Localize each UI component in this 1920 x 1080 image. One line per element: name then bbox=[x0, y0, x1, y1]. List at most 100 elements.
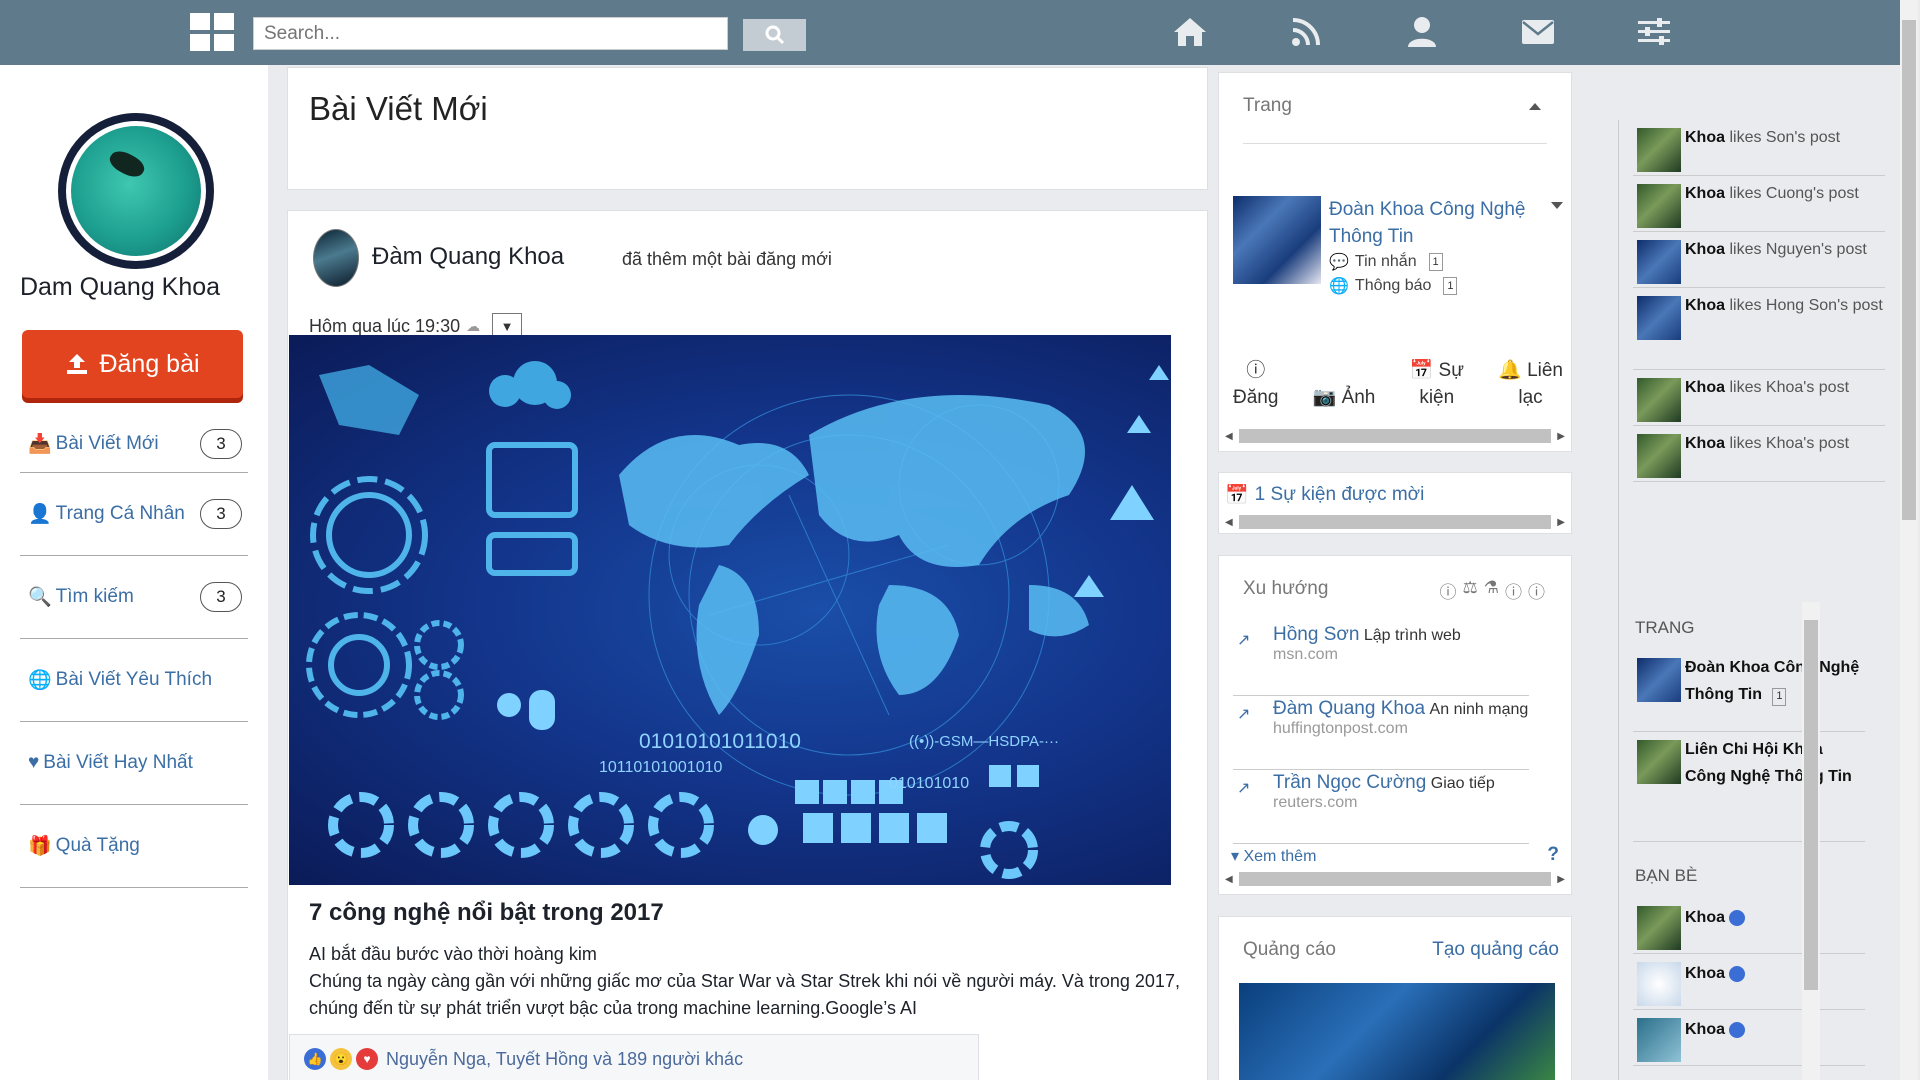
trending-category-icons: ⓘ ⚖ ⚗ ⓘ ⓘ bbox=[1440, 578, 1546, 603]
info-icon[interactable]: ⓘ bbox=[1505, 578, 1522, 603]
ticker-item[interactable]: Khoa likes Khoa's post bbox=[1633, 370, 1885, 426]
page-thumbnail[interactable] bbox=[1233, 196, 1321, 284]
ticker-item[interactable]: Khoa likes Son's post bbox=[1633, 120, 1885, 176]
upload-icon bbox=[67, 354, 88, 374]
create-ad-link[interactable]: Tạo quảng cáo bbox=[1432, 939, 1559, 961]
horizontal-scrollbar[interactable]: ◀ ▶ bbox=[1225, 513, 1565, 531]
avatar bbox=[1637, 434, 1681, 478]
vertical-scrollbar[interactable] bbox=[1802, 602, 1820, 1080]
avatar bbox=[1637, 1018, 1681, 1062]
pages-section-title: TRANG bbox=[1635, 618, 1695, 637]
post-author-name[interactable]: Đàm Quang Khoa bbox=[372, 243, 564, 271]
ticker-item[interactable]: Khoa likes Cuong's post bbox=[1633, 176, 1885, 232]
page-name[interactable]: Đoàn Khoa Công Nghệ Thông Tin bbox=[1329, 196, 1539, 250]
ticker-text: likes Son's post bbox=[1729, 129, 1841, 146]
avatar bbox=[1637, 296, 1681, 340]
trend-name[interactable]: Trần Ngọc Cường bbox=[1273, 772, 1426, 793]
mail-icon[interactable] bbox=[1518, 12, 1558, 52]
ticker-item[interactable]: Khoa likes Hong Son's post bbox=[1633, 288, 1885, 370]
action-label-2: lạc bbox=[1518, 387, 1543, 408]
profile-name[interactable]: Dam Quang Khoa bbox=[0, 273, 240, 302]
friend-item[interactable]: Khoa bbox=[1633, 954, 1865, 1010]
create-post-button[interactable]: Đăng bài bbox=[22, 330, 243, 398]
post-title[interactable]: 7 công nghệ nổi bật trong 2017 bbox=[309, 899, 664, 927]
page-notifications[interactable]: 🌐 Thông báo 1 bbox=[1329, 276, 1458, 296]
post-time-text[interactable]: Hôm qua lúc 19:30 bbox=[309, 316, 460, 337]
ticker-item[interactable]: Khoa likes Nguyen's post bbox=[1633, 232, 1885, 288]
gift-icon: 🎁 bbox=[28, 836, 52, 857]
heart-icon: ♥ bbox=[28, 752, 40, 773]
page-action-contact[interactable]: 🔔 Liên lạc bbox=[1498, 357, 1563, 411]
horizontal-scrollbar[interactable]: ◀ ▶ bbox=[1225, 427, 1565, 445]
search-button[interactable] bbox=[743, 19, 806, 51]
sidebar-item-best-posts[interactable]: ♥ Bài Viết Hay Nhất bbox=[20, 722, 248, 805]
page-title: Bài Viết Mới bbox=[309, 90, 488, 127]
trend-source: huffingtonpost.com bbox=[1273, 720, 1408, 737]
feed-header: Bài Viết Mới bbox=[287, 67, 1208, 190]
page-count: 1 bbox=[1772, 687, 1787, 706]
cloud-privacy-icon[interactable]: ☁ bbox=[466, 318, 480, 335]
sidebar-page-item[interactable]: Liên Chi Hội Khoa Công Nghệ Thông Tin bbox=[1633, 732, 1865, 842]
ticker-text: likes Nguyen's post bbox=[1729, 241, 1867, 258]
page-action-event[interactable]: 📅 Sự kiện bbox=[1410, 357, 1464, 411]
invited-events-link[interactable]: 📅 1 Sự kiện được mời bbox=[1225, 483, 1424, 507]
page-messages[interactable]: 💬 Tin nhắn 1 bbox=[1329, 252, 1443, 272]
profile-avatar[interactable] bbox=[58, 113, 214, 269]
sidebar-item-gifts[interactable]: 🎁 Quà Tặng bbox=[20, 805, 248, 888]
info-icon[interactable]: ⓘ bbox=[1440, 578, 1457, 603]
friend-item[interactable]: Khoa bbox=[1633, 898, 1865, 954]
friend-name: Khoa bbox=[1685, 1021, 1725, 1038]
grid-logo-icon[interactable] bbox=[190, 13, 234, 51]
action-label-1: Liên bbox=[1527, 360, 1563, 381]
trending-item[interactable]: ↗ Hồng Sơn Lập trình web msn.com bbox=[1233, 624, 1529, 696]
sidebar-item-search[interactable]: 🔍 Tìm kiếm 3 bbox=[20, 556, 248, 639]
page-vertical-scrollbar[interactable] bbox=[1900, 0, 1918, 1080]
avatar bbox=[1637, 658, 1681, 702]
info-icon[interactable]: ⓘ bbox=[1528, 578, 1545, 603]
horizontal-scrollbar[interactable]: ◀ ▶ bbox=[1225, 870, 1565, 888]
friend-item[interactable]: Khoa bbox=[1633, 1010, 1865, 1066]
ticker-text: likes Khoa's post bbox=[1729, 379, 1850, 396]
help-icon[interactable]: ? bbox=[1547, 844, 1559, 866]
post-card: Đàm Quang Khoa đã thêm một bài đăng mới … bbox=[287, 210, 1208, 1080]
trend-name[interactable]: Hồng Sơn bbox=[1273, 624, 1359, 645]
trend-arrow-icon: ↗ bbox=[1237, 706, 1251, 723]
search-input[interactable] bbox=[253, 17, 728, 50]
activity-ticker: Khoa likes Son's post Khoa likes Cuong's… bbox=[1618, 120, 1888, 1080]
sidebar-item-label: Tìm kiếm bbox=[55, 586, 134, 607]
ticker-user: Khoa bbox=[1685, 435, 1725, 452]
page-action-photo[interactable]: 📷 Ảnh bbox=[1313, 357, 1376, 411]
trending-item[interactable]: ↗ Đàm Quang Khoa An ninh mạng huffington… bbox=[1233, 698, 1529, 770]
settings-sliders-icon[interactable] bbox=[1634, 12, 1674, 52]
user-icon[interactable] bbox=[1402, 12, 1442, 52]
count-badge: 3 bbox=[200, 499, 242, 529]
sidebar-page-item[interactable]: Đoàn Khoa Công Nghệ Thông Tin 1 bbox=[1633, 650, 1865, 732]
sidebar-item-favorites[interactable]: 🌐 Bài Viết Yêu Thích bbox=[20, 639, 248, 722]
wow-reaction-icon: 😮 bbox=[330, 1048, 352, 1070]
like-reaction-icon: 👍 bbox=[304, 1048, 326, 1070]
trending-item[interactable]: ↗ Trần Ngọc Cường Giao tiếp reuters.com bbox=[1233, 772, 1529, 844]
ad-image[interactable] bbox=[1239, 983, 1555, 1080]
sidebar-item-profile[interactable]: 👤 Trang Cá Nhân 3 bbox=[20, 473, 248, 556]
scale-icon[interactable]: ⚖ bbox=[1463, 578, 1478, 603]
notifications-count: 1 bbox=[1443, 277, 1458, 295]
collapse-caret-icon[interactable] bbox=[1529, 103, 1541, 110]
page-options-caret-icon[interactable] bbox=[1551, 202, 1563, 209]
page-action-post[interactable]: ⓘ Đăng bbox=[1233, 357, 1278, 411]
globe-icon: 🌐 bbox=[1329, 278, 1349, 295]
sidebar-item-new-posts[interactable]: 📥 Bài Viết Mới 3 bbox=[20, 415, 248, 473]
ticker-text: likes Hong Son's post bbox=[1729, 297, 1883, 314]
flask-icon[interactable]: ⚗ bbox=[1484, 578, 1499, 603]
home-icon[interactable] bbox=[1170, 12, 1210, 52]
post-author-avatar[interactable] bbox=[313, 229, 359, 287]
sidebar-menu: 📥 Bài Viết Mới 3 👤 Trang Cá Nhân 3 🔍 Tìm ki… bbox=[20, 415, 248, 888]
rss-icon[interactable] bbox=[1286, 12, 1326, 52]
trend-name[interactable]: Đàm Quang Khoa bbox=[1273, 698, 1425, 719]
post-image[interactable]: 01010101011010 10110101001010 010101010 … bbox=[289, 335, 1171, 885]
reactions-bar[interactable]: 👍 😮 ♥ Nguyễn Nga, Tuyết Hồng và 189 ngườ… bbox=[289, 1034, 979, 1080]
see-more-link[interactable]: ▾ Xem thêm bbox=[1231, 846, 1316, 866]
ticker-item[interactable]: Khoa likes Khoa's post bbox=[1633, 426, 1885, 482]
reactions-text[interactable]: Nguyễn Nga, Tuyết Hồng và 189 người khác bbox=[386, 1049, 743, 1070]
post-body-line: Chúng ta ngày càng gần với những giấc mơ… bbox=[309, 971, 1180, 1018]
messages-label: Tin nhắn bbox=[1354, 253, 1417, 270]
